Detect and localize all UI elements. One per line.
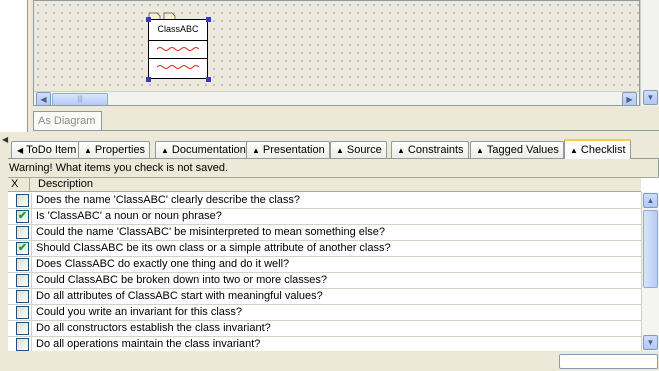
chevron-up-icon[interactable]: ▲: [643, 193, 658, 208]
tab-documentation[interactable]: ▲ Documentation: [155, 141, 251, 159]
table-row[interactable]: Could ClassABC be broken down into two o…: [8, 273, 641, 289]
checklist-item-text: Do all attributes of ClassABC start with…: [36, 290, 323, 302]
checkbox[interactable]: [16, 226, 29, 239]
class-divider: [149, 58, 207, 59]
table-row[interactable]: Do all constructors establish the class …: [8, 321, 641, 337]
checklist-item-text: Should ClassABC be its own class or a si…: [36, 242, 391, 254]
triangle-up-icon: ▲: [476, 146, 484, 155]
diagram-canvas[interactable]: ClassABC: [34, 1, 639, 91]
column-header-description[interactable]: Description: [31, 178, 641, 192]
checkbox[interactable]: [16, 306, 29, 319]
triangle-up-icon: ▲: [570, 146, 578, 155]
checkbox[interactable]: [16, 194, 29, 207]
table-row[interactable]: Does ClassABC do exactly one thing and d…: [8, 257, 641, 273]
operations-squiggle-icon: [157, 65, 199, 69]
tab-source[interactable]: ▲ Source: [330, 141, 387, 159]
collapse-left-icon: ◀: [17, 146, 24, 155]
table-header: X Description: [8, 178, 641, 192]
table-row[interactable]: ✔ Is 'ClassABC' a noun or noun phrase?: [8, 209, 641, 225]
tab-constraints[interactable]: ▲ Constraints: [391, 141, 469, 159]
table-row[interactable]: Does the name 'ClassABC' clearly describ…: [8, 193, 641, 209]
checkbox[interactable]: [16, 338, 29, 351]
checklist-item-text: Could you write an invariant for this cl…: [36, 306, 243, 318]
selection-handle[interactable]: [206, 17, 211, 22]
navigator-pane[interactable]: [0, 0, 28, 132]
checkbox[interactable]: [16, 274, 29, 287]
checklist-item-text: Could ClassABC be broken down into two o…: [36, 274, 328, 286]
checklist-item-text: Is 'ClassABC' a noun or noun phrase?: [36, 210, 222, 222]
scroll-thumb[interactable]: [643, 210, 658, 288]
checkbox[interactable]: [16, 258, 29, 271]
triangle-up-icon: ▲: [161, 146, 169, 155]
triangle-up-icon: ▲: [84, 146, 92, 155]
horizontal-scrollbar[interactable]: ◀ ||| ▶: [34, 91, 639, 105]
table-row[interactable]: Could you write an invariant for this cl…: [8, 305, 641, 321]
tab-todo-item[interactable]: ◀ ToDo Item: [11, 141, 82, 159]
divider: [33, 130, 659, 131]
tab-checklist[interactable]: ▲ Checklist: [564, 139, 631, 159]
status-field: [559, 354, 658, 369]
warning-text: Warning! What items you check is not sav…: [9, 162, 229, 174]
checkbox[interactable]: [16, 290, 29, 303]
details-tab-strip: ◀ ToDo Item ▲ Properties ▲ Documentation ▲ P…: [8, 139, 659, 159]
class-name: ClassABC: [157, 24, 199, 34]
table-vertical-scrollbar[interactable]: ▲ ▼: [641, 192, 659, 352]
chevron-down-icon[interactable]: ▼: [643, 90, 658, 105]
column-header-x[interactable]: X: [8, 178, 30, 192]
selection-handle[interactable]: [146, 17, 151, 22]
class-node[interactable]: ClassABC: [148, 19, 208, 79]
checkbox[interactable]: [16, 322, 29, 335]
checkbox[interactable]: ✔: [16, 242, 29, 255]
checklist-item-text: Do all constructors establish the class …: [36, 322, 271, 334]
triangle-up-icon: ▲: [397, 146, 405, 155]
tab-tagged-values[interactable]: ▲ Tagged Values: [470, 141, 564, 159]
selection-handle[interactable]: [146, 77, 151, 82]
triangle-up-icon: ▲: [252, 146, 260, 155]
checklist-table: X Description Does the name 'ClassABC' c…: [8, 177, 659, 353]
chevron-left-icon[interactable]: ◀: [36, 92, 51, 105]
checkbox[interactable]: ✔: [16, 210, 29, 223]
checklist-item-text: Could the name 'ClassABC' be misinterpre…: [36, 226, 386, 238]
checklist-item-text: Does ClassABC do exactly one thing and d…: [36, 258, 290, 270]
tab-presentation[interactable]: ▲ Presentation: [246, 141, 330, 159]
selection-handle[interactable]: [206, 77, 211, 82]
checklist-rows: Does the name 'ClassABC' clearly describ…: [8, 193, 641, 353]
scroll-thumb[interactable]: |||: [52, 93, 108, 105]
chevron-right-icon[interactable]: ▶: [622, 92, 637, 105]
checklist-item-text: Do all operations maintain the class inv…: [36, 338, 261, 350]
table-row[interactable]: Do all attributes of ClassABC start with…: [8, 289, 641, 305]
attributes-squiggle-icon: [157, 47, 199, 51]
tab-as-diagram[interactable]: As Diagram: [33, 111, 102, 131]
tab-properties[interactable]: ▲ Properties: [78, 141, 151, 159]
table-row[interactable]: ✔ Should ClassABC be its own class or a s…: [8, 241, 641, 257]
table-row[interactable]: Could the name 'ClassABC' be misinterpre…: [8, 225, 641, 241]
chevron-down-icon[interactable]: ▼: [643, 335, 658, 350]
vertical-scrollbar[interactable]: ▼: [640, 0, 659, 106]
triangle-up-icon: ▲: [336, 146, 344, 155]
checklist-item-text: Does the name 'ClassABC' clearly describ…: [36, 194, 301, 206]
diagram-view: ClassABC ◀ ||| ▶: [33, 0, 640, 106]
class-divider: [149, 40, 207, 41]
